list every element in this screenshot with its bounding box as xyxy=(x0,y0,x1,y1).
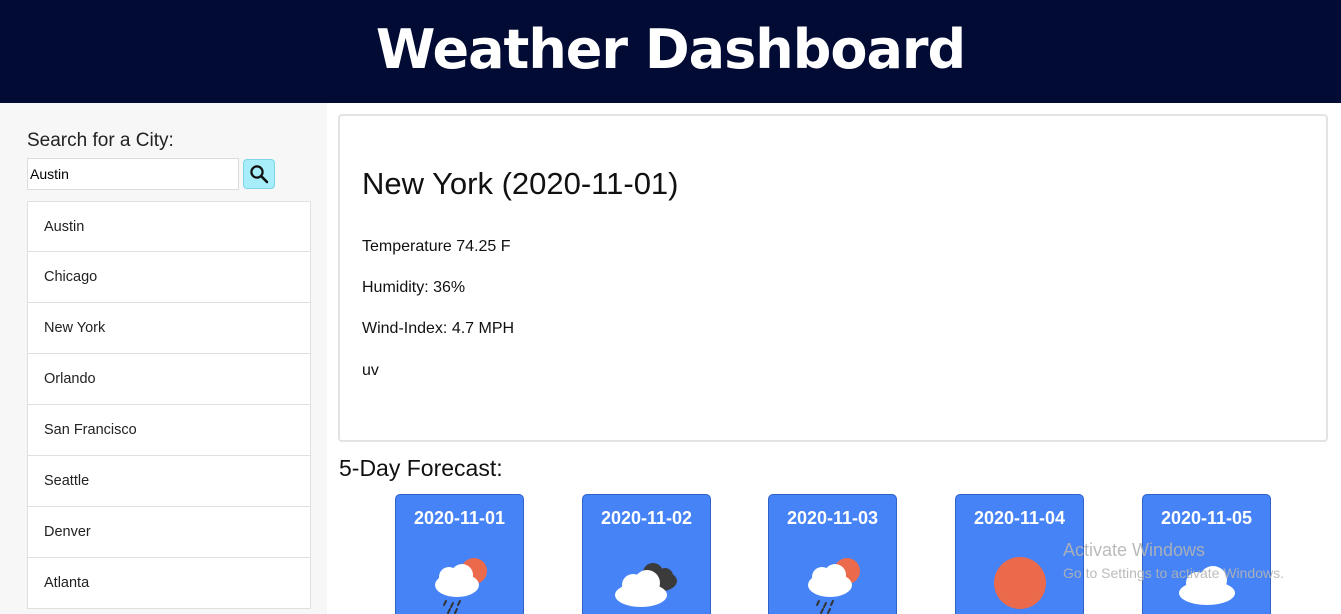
sun-cloud-rain-icon xyxy=(808,558,860,614)
search-button[interactable] xyxy=(243,159,275,189)
city-item-denver[interactable]: Denver xyxy=(27,507,311,558)
sidebar: Search for a City: Austin Chicago New Yo… xyxy=(0,103,327,614)
forecast-date: 2020-11-02 xyxy=(600,508,693,528)
sun-cloud-rain-icon xyxy=(435,558,487,614)
city-item-atlanta[interactable]: Atlanta xyxy=(27,558,311,609)
forecast-card: 2020-11-03 xyxy=(768,494,897,614)
city-item-chicago[interactable]: Chicago xyxy=(27,252,311,303)
search-label: Search for a City: xyxy=(27,130,174,151)
current-city-title: New York (2020-11-01) xyxy=(362,166,679,201)
wind-text: Wind-Index: 4.7 MPH xyxy=(362,320,515,337)
forecast-card: 2020-11-05 xyxy=(1142,494,1271,614)
forecast-date: 2020-11-01 xyxy=(413,508,506,528)
city-item-seattle[interactable]: Seattle xyxy=(27,456,311,507)
city-list: Austin Chicago New York Orlando San Fran… xyxy=(27,201,311,609)
uv-text: uv xyxy=(362,362,379,379)
page-title: Weather Dashboard xyxy=(375,17,966,81)
sun-icon xyxy=(994,557,1046,609)
city-item-san-francisco[interactable]: San Francisco xyxy=(27,405,311,456)
city-item-austin[interactable]: Austin xyxy=(27,201,311,252)
forecast-date: 2020-11-03 xyxy=(786,508,879,528)
forecast-date: 2020-11-04 xyxy=(973,508,1066,528)
city-item-new-york[interactable]: New York xyxy=(27,303,311,354)
city-item-orlando[interactable]: Orlando xyxy=(27,354,311,405)
forecast-title: 5-Day Forecast: xyxy=(339,455,503,481)
forecast-card: 2020-11-04 xyxy=(955,494,1084,614)
search-icon xyxy=(250,165,269,184)
cloud-icon xyxy=(1179,566,1235,605)
forecast-card: 2020-11-01 xyxy=(395,494,524,614)
temperature-text: Temperature 74.25 F xyxy=(362,238,511,255)
forecast-date: 2020-11-05 xyxy=(1160,508,1253,528)
humidity-text: Humidity: 36% xyxy=(362,279,466,296)
forecast-card: 2020-11-02 xyxy=(582,494,711,614)
current-weather-card: New York (2020-11-01) Temperature 74.25 … xyxy=(338,114,1328,442)
header: Weather Dashboard xyxy=(0,0,1341,103)
search-input[interactable] xyxy=(27,158,239,190)
clouds-icon xyxy=(615,563,677,607)
